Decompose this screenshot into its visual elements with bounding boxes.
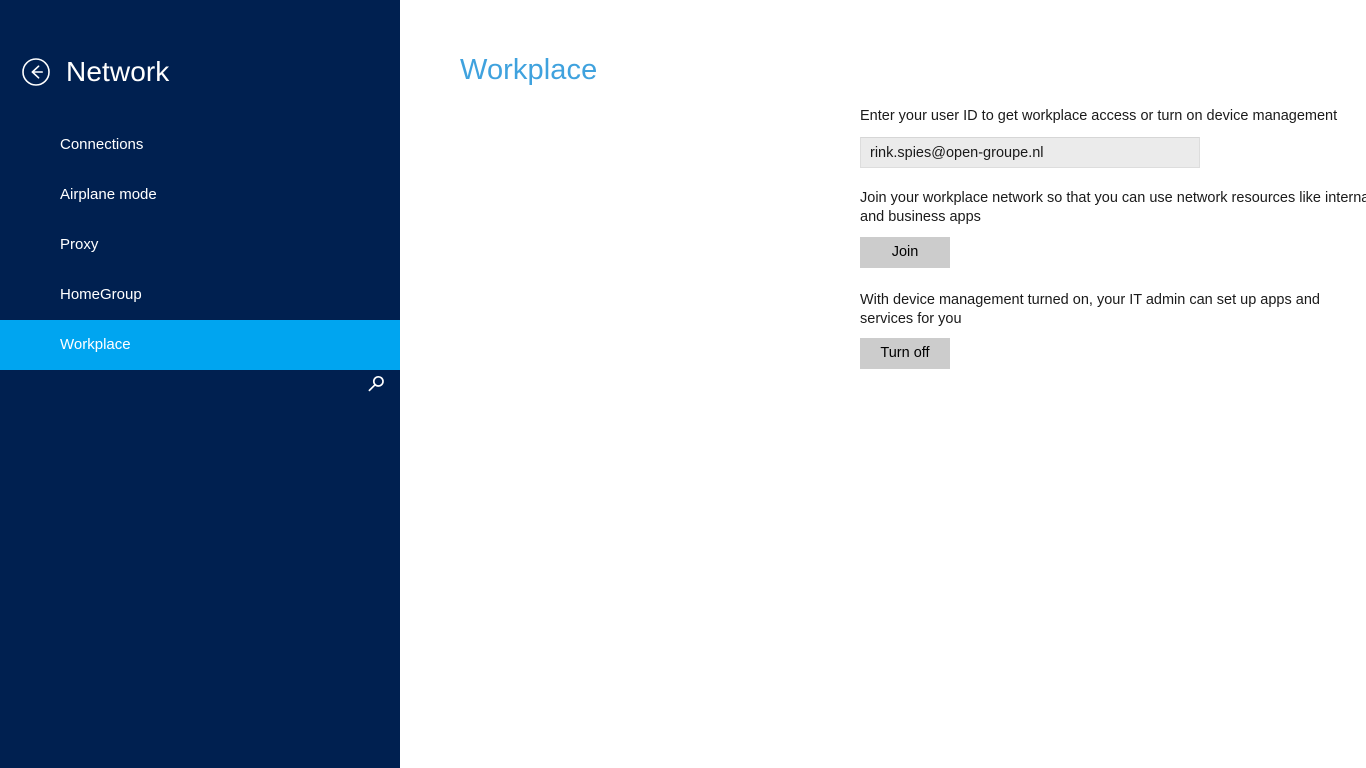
join-button[interactable]: Join [860, 237, 950, 268]
sidebar-item-airplane-mode[interactable]: Airplane mode [0, 170, 400, 220]
search-icon[interactable] [361, 369, 391, 399]
device-management-description: With device management turned on, your I… [860, 292, 1320, 327]
page-title: Workplace [460, 54, 598, 86]
user-id-description: Enter your user ID to get workplace acce… [860, 108, 1338, 124]
sidebar-item-label: HomeGroup [60, 286, 142, 303]
sidebar-item-proxy[interactable]: Proxy [0, 220, 400, 270]
sidebar: Network Connections Airplane mode Proxy … [0, 0, 400, 768]
sidebar-item-label: Airplane mode [60, 186, 157, 203]
join-network-description: Join your workplace network so that you … [860, 190, 1366, 225]
sidebar-item-label: Proxy [60, 236, 99, 253]
sidebar-item-homegroup[interactable]: HomeGroup [0, 270, 400, 320]
sidebar-item-workplace[interactable]: Workplace [0, 320, 400, 370]
sidebar-item-connections[interactable]: Connections [0, 120, 400, 170]
sidebar-item-label: Workplace [60, 336, 131, 353]
turn-off-device-management-button[interactable]: Turn off [860, 338, 950, 369]
sidebar-nav-list: Connections Airplane mode Proxy HomeGrou… [0, 120, 400, 370]
user-id-section: Enter your user ID to get workplace acce… [860, 107, 1337, 168]
device-management-section: With device management turned on, your I… [860, 291, 1366, 369]
sidebar-title: Network [66, 56, 170, 87]
back-arrow-circle-icon[interactable] [20, 56, 52, 88]
sidebar-item-label: Connections [60, 136, 144, 153]
user-id-input[interactable] [860, 137, 1200, 168]
main-content: Workplace Enter your user ID to get work… [400, 0, 1366, 768]
pc-settings-window: Network Connections Airplane mode Proxy … [0, 0, 1366, 768]
sidebar-header: Network [20, 52, 380, 92]
join-network-section: Join your workplace network so that you … [860, 189, 1366, 268]
